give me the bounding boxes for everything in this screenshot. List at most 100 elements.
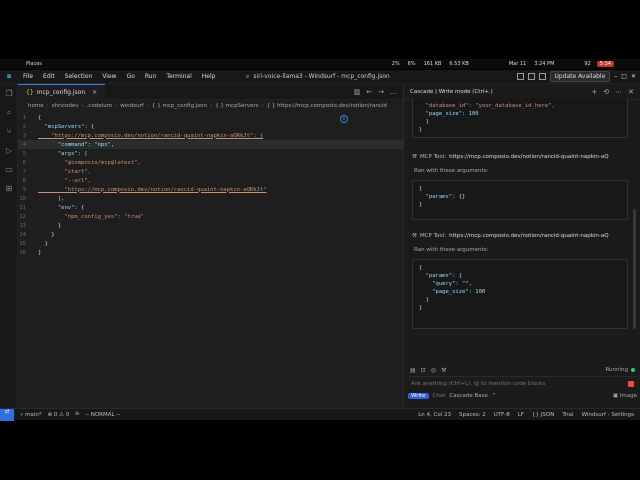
close-tab-icon[interactable]: ✕ xyxy=(92,89,97,96)
layout-toggle-icon[interactable] xyxy=(516,73,524,80)
code-line: 6 "@composio/mcp@latest", xyxy=(22,159,141,166)
breadcrumb: home › shricodev › .codeium › windsurf › { }… xyxy=(28,103,387,109)
image-label: Image xyxy=(619,393,637,399)
write-mode-button[interactable]: Write xyxy=(408,393,429,399)
remote-icon[interactable]: ⇄ xyxy=(0,408,14,421)
close-icon[interactable]: ✕ xyxy=(631,73,636,80)
menu-help[interactable]: Help xyxy=(197,73,221,80)
menu-file[interactable]: File xyxy=(18,73,38,80)
extensions-icon[interactable]: ⊞ xyxy=(0,179,18,198)
running-label: Running xyxy=(605,367,628,373)
battery-badge: 5:34 xyxy=(596,61,614,67)
update-available-button[interactable]: Update Available xyxy=(549,71,611,82)
search-icon: ⌕ xyxy=(246,72,250,80)
sidebar-toggle-icon[interactable] xyxy=(538,73,546,80)
ask-input[interactable]: Ask anything (Ctrl+L), @ to mention code… xyxy=(408,376,637,390)
windsurf-logo-icon: ≋ xyxy=(6,73,12,80)
chevron-down-icon[interactable]: ⌃ xyxy=(492,393,497,399)
cascade-title: Cascade | Write mode (Ctrl+.) xyxy=(410,88,493,95)
breadcrumb-item[interactable]: { } mcp_config.json xyxy=(152,103,207,109)
go-back-icon[interactable]: ← xyxy=(366,88,372,96)
explorer-icon[interactable]: ❐ xyxy=(0,84,18,103)
stop-button[interactable] xyxy=(628,380,634,387)
indentation[interactable]: Spaces: 2 xyxy=(459,412,486,418)
menu-view[interactable]: View xyxy=(97,73,121,80)
maximize-icon[interactable]: □ xyxy=(621,73,627,80)
file-icon[interactable]: ▤ xyxy=(410,367,416,374)
breadcrumb-item[interactable]: shricodev xyxy=(52,103,79,109)
branch-status[interactable]: ⑂ main* xyxy=(20,412,42,418)
menu-selection[interactable]: Selection xyxy=(60,73,98,80)
args-line: } xyxy=(419,297,429,303)
mcp-tool-header[interactable]: ⚒ MCP Tool: https://mcp.composio.dev/not… xyxy=(412,233,628,239)
breadcrumb-item[interactable]: .codeium xyxy=(87,103,112,109)
cascade-scrollbar[interactable] xyxy=(633,209,636,329)
tools-icon[interactable]: ⚒ xyxy=(441,367,446,374)
language-mode[interactable]: {} JSON xyxy=(532,412,554,418)
history-icon[interactable]: ⟲ xyxy=(603,88,609,96)
cursor-position[interactable]: Ln 4, Col 23 xyxy=(418,412,451,418)
more-actions-icon[interactable]: … xyxy=(390,88,397,96)
menu-bar: ≋ File Edit Selection View Go Run Termin… xyxy=(0,70,640,84)
menu-go[interactable]: Go xyxy=(122,73,140,80)
bell-icon[interactable]: ⍾ xyxy=(75,411,79,418)
breadcrumb-item[interactable]: home xyxy=(28,103,44,109)
source-control-icon[interactable]: ⑂ xyxy=(0,122,18,141)
trial-badge[interactable]: Trial xyxy=(562,412,573,418)
chat-mode-button[interactable]: Chat xyxy=(433,393,446,399)
minimize-icon[interactable]: – xyxy=(614,73,617,80)
code-lens-gear-icon[interactable]: ⚙ xyxy=(340,115,348,123)
code-area[interactable]: ⚙ 1{ 2 "mcpServers": { 3 "https://mcp.co… xyxy=(18,112,403,257)
panel-toggle-icon[interactable] xyxy=(527,73,535,80)
breadcrumb-item[interactable]: { } mcpServers xyxy=(215,103,258,109)
mode-row: Write Chat Cascade Base ⌃ ▣ Image xyxy=(404,390,640,402)
line-ending[interactable]: LF xyxy=(518,412,524,418)
model-selector[interactable]: Cascade Base xyxy=(449,393,488,399)
tab-mcp-config[interactable]: {} mcp_config.json ✕ xyxy=(18,83,106,100)
run-debug-icon[interactable]: ▷ xyxy=(0,141,18,160)
args-line: "page_size": 100 xyxy=(419,289,486,295)
args-line: "database_id": "your_database_id_here", xyxy=(419,103,555,109)
tab-label: mcp_config.json xyxy=(36,88,86,96)
code-line: 16} xyxy=(19,249,42,256)
args-line: } xyxy=(419,119,429,125)
problems-status[interactable]: ⊗ 0 ⚠ 0 xyxy=(48,412,70,418)
args-line: } xyxy=(419,127,423,133)
args-line: "params": { xyxy=(419,273,463,279)
code-line: 14 } xyxy=(19,231,55,238)
args-line: "page_size": 100 xyxy=(419,111,479,117)
date-label: Mar 11 xyxy=(508,61,527,67)
hammer-icon: ⚒ xyxy=(412,233,417,239)
menu-terminal[interactable]: Terminal xyxy=(161,73,196,80)
globe-icon[interactable]: ◎ xyxy=(431,367,436,374)
volume-label[interactable]: 92 xyxy=(584,61,590,67)
code-line: 5 "args": [ xyxy=(22,150,88,157)
args-line: "query": "", xyxy=(419,281,472,287)
ask-placeholder: Ask anything (Ctrl+L), @ to mention code… xyxy=(411,380,546,387)
windsurf-settings[interactable]: Windsurf - Settings xyxy=(582,412,634,418)
cascade-toolbar: ▤ ⊡ ◎ ⚒ Running xyxy=(404,364,640,376)
code-line-current: 4 "command": "npx", xyxy=(18,140,403,149)
image-button[interactable]: ▣ Image xyxy=(613,393,637,399)
window-title[interactable]: ⌕ siri-voice-llama3 - Windsurf - mcp_con… xyxy=(246,73,390,81)
new-chat-icon[interactable]: + xyxy=(591,88,597,96)
breadcrumb-item[interactable]: windsurf xyxy=(120,103,144,109)
net-down-stat: 6.53 KB xyxy=(449,61,469,67)
menu-run[interactable]: Run xyxy=(140,73,162,80)
errors-count: 0 xyxy=(53,411,58,418)
system-bar: Places 2% 6% 161 KB 6.53 KB Mar 11 3:24 … xyxy=(0,59,640,69)
breadcrumb-item[interactable]: { } https://mcp.composio.dev/notion/ranc… xyxy=(267,103,387,109)
running-dot-icon xyxy=(631,368,635,372)
workspace-label[interactable]: Places xyxy=(26,61,42,67)
remote-icon[interactable]: ▭ xyxy=(0,160,18,179)
close-panel-icon[interactable]: ✕ xyxy=(628,88,634,96)
more-icon[interactable]: ⋯ xyxy=(615,88,622,96)
menu-edit[interactable]: Edit xyxy=(38,73,60,80)
terminal-icon[interactable]: ⊡ xyxy=(421,367,426,374)
mcp-tool-header[interactable]: ⚒ MCP Tool: https://mcp.composio.dev/not… xyxy=(412,154,628,160)
code-line: 10 ], xyxy=(19,195,65,202)
search-icon[interactable]: ⌕ xyxy=(0,103,18,122)
split-editor-icon[interactable]: ▥ xyxy=(354,88,361,96)
encoding[interactable]: UTF-8 xyxy=(494,412,510,418)
go-forward-icon[interactable]: → xyxy=(378,88,384,96)
